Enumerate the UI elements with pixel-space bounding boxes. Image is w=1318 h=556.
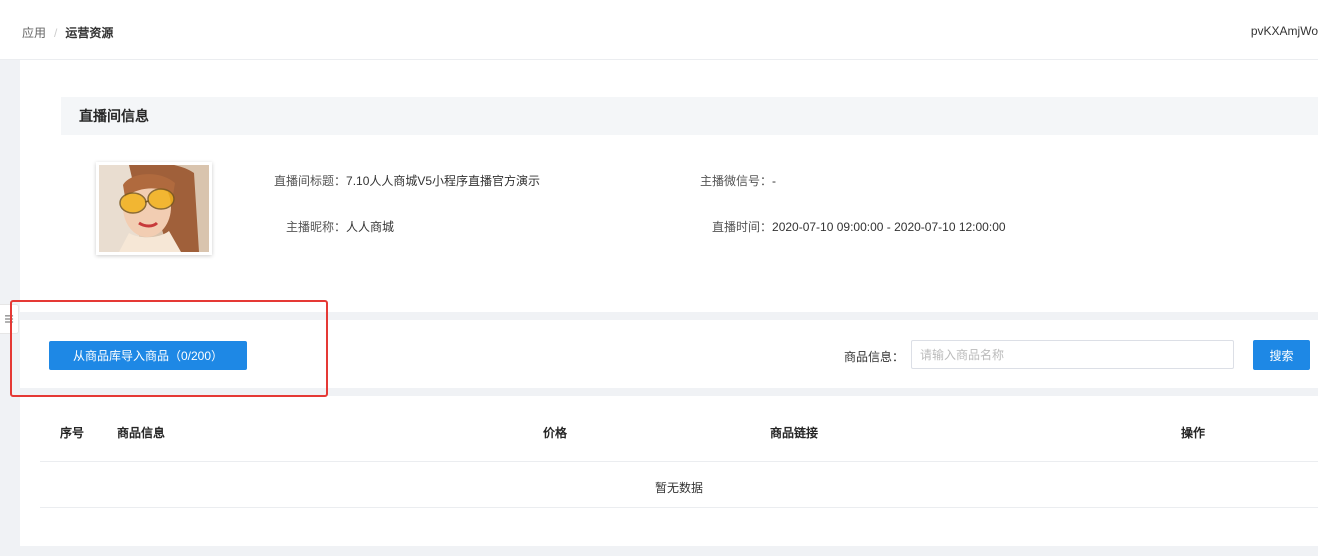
import-goods-button[interactable]: 从商品库导入商品（0/200） <box>49 341 247 370</box>
anchor-nickname-value: 人人商城 <box>346 220 395 234</box>
goods-search-input[interactable] <box>911 340 1234 369</box>
search-button[interactable]: 搜索 <box>1253 340 1310 370</box>
section-header: 直播间信息 <box>61 97 1318 135</box>
goods-toolbar: 从商品库导入商品（0/200） 商品信息： 搜索 <box>20 320 1318 388</box>
column-header-index: 序号 <box>60 426 85 440</box>
room-cover-image <box>96 162 212 255</box>
search-label: 商品信息： <box>844 350 905 364</box>
section-title: 直播间信息 <box>79 108 149 124</box>
anchor-wechat-value: - <box>772 174 777 188</box>
breadcrumb-item-app[interactable]: 应用 <box>22 24 46 41</box>
room-title-label: 直播间标题： <box>274 174 347 188</box>
anchor-wechat-label: 主播微信号： <box>700 174 773 188</box>
room-info-card: 直播间信息 直播间标题：7.10人人商城V5小程序直播官方演示 主播微信号：- … <box>20 60 1318 312</box>
column-header-actions: 操作 <box>1181 426 1206 440</box>
table-empty-row: 暂无数据 <box>40 462 1318 508</box>
live-time-value: 2020-07-10 09:00:00 - 2020-07-10 12:00:0… <box>772 220 1006 234</box>
empty-data-text: 暂无数据 <box>654 481 703 495</box>
column-header-goods-info: 商品信息 <box>117 426 166 440</box>
goods-table: 序号 商品信息 价格 商品链接 操作 暂无数据 <box>20 396 1318 546</box>
breadcrumb-item-current: 运营资源 <box>65 26 114 40</box>
anchor-nickname-label: 主播昵称： <box>286 220 347 234</box>
menu-fold-icon: ☰ <box>4 314 14 325</box>
live-time-row: 直播时间：2020-07-10 09:00:00 - 2020-07-10 12… <box>712 218 1006 235</box>
room-title-row: 直播间标题：7.10人人商城V5小程序直播官方演示 <box>274 172 540 189</box>
sidebar-toggle[interactable]: ☰ <box>0 304 19 334</box>
table-header: 序号 商品信息 价格 商品链接 操作 <box>40 396 1318 462</box>
cover-portrait-illustration <box>99 165 209 252</box>
user-name[interactable]: pvKXAmjWo <box>1251 24 1318 38</box>
breadcrumb-separator: / <box>54 25 58 40</box>
breadcrumb: 应用 / 运营资源 <box>22 24 113 41</box>
room-title-value: 7.10人人商城V5小程序直播官方演示 <box>346 174 541 188</box>
column-header-goods-link: 商品链接 <box>770 426 819 440</box>
top-bar: 应用 / 运营资源 pvKXAmjWo <box>0 0 1318 60</box>
column-header-price: 价格 <box>543 426 568 440</box>
anchor-wechat-row: 主播微信号：- <box>700 172 776 189</box>
anchor-nickname-row: 主播昵称：人人商城 <box>286 218 394 235</box>
live-time-label: 直播时间： <box>712 220 773 234</box>
